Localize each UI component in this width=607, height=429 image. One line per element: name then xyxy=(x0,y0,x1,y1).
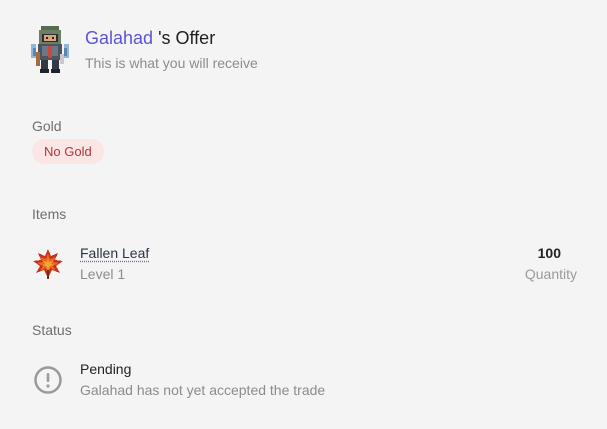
knight-avatar-icon xyxy=(31,26,69,73)
list-item: Fallen Leaf Level 1 100 Quantity xyxy=(32,245,577,285)
trade-offer-panel: Galahad 's Offer This is what you will r… xyxy=(0,0,607,429)
status-description: Galahad has not yet accepted the trade xyxy=(80,382,326,398)
alert-circle-icon xyxy=(34,366,62,394)
offer-subtitle: This is what you will receive xyxy=(85,55,258,71)
gold-section-label: Gold xyxy=(32,118,62,134)
gold-badge: No Gold xyxy=(32,139,104,164)
item-quantity-value: 100 xyxy=(537,245,561,261)
items-section-label: Items xyxy=(32,206,67,222)
status-title: Pending xyxy=(80,361,132,377)
trader-name-link[interactable]: Galahad xyxy=(85,28,153,48)
fallen-leaf-icon xyxy=(33,249,63,279)
status-row: Pending Galahad has not yet accepted the… xyxy=(32,361,577,401)
item-level: Level 1 xyxy=(80,266,126,282)
status-section-label: Status xyxy=(32,322,72,338)
item-quantity-label: Quantity xyxy=(524,266,577,282)
offer-title-suffix: 's Offer xyxy=(153,28,216,48)
item-name-link[interactable]: Fallen Leaf xyxy=(80,245,149,261)
header-text: Galahad 's Offer This is what you will r… xyxy=(85,26,258,71)
offer-header: Galahad 's Offer This is what you will r… xyxy=(30,24,258,74)
offer-title: Galahad 's Offer xyxy=(85,26,258,50)
